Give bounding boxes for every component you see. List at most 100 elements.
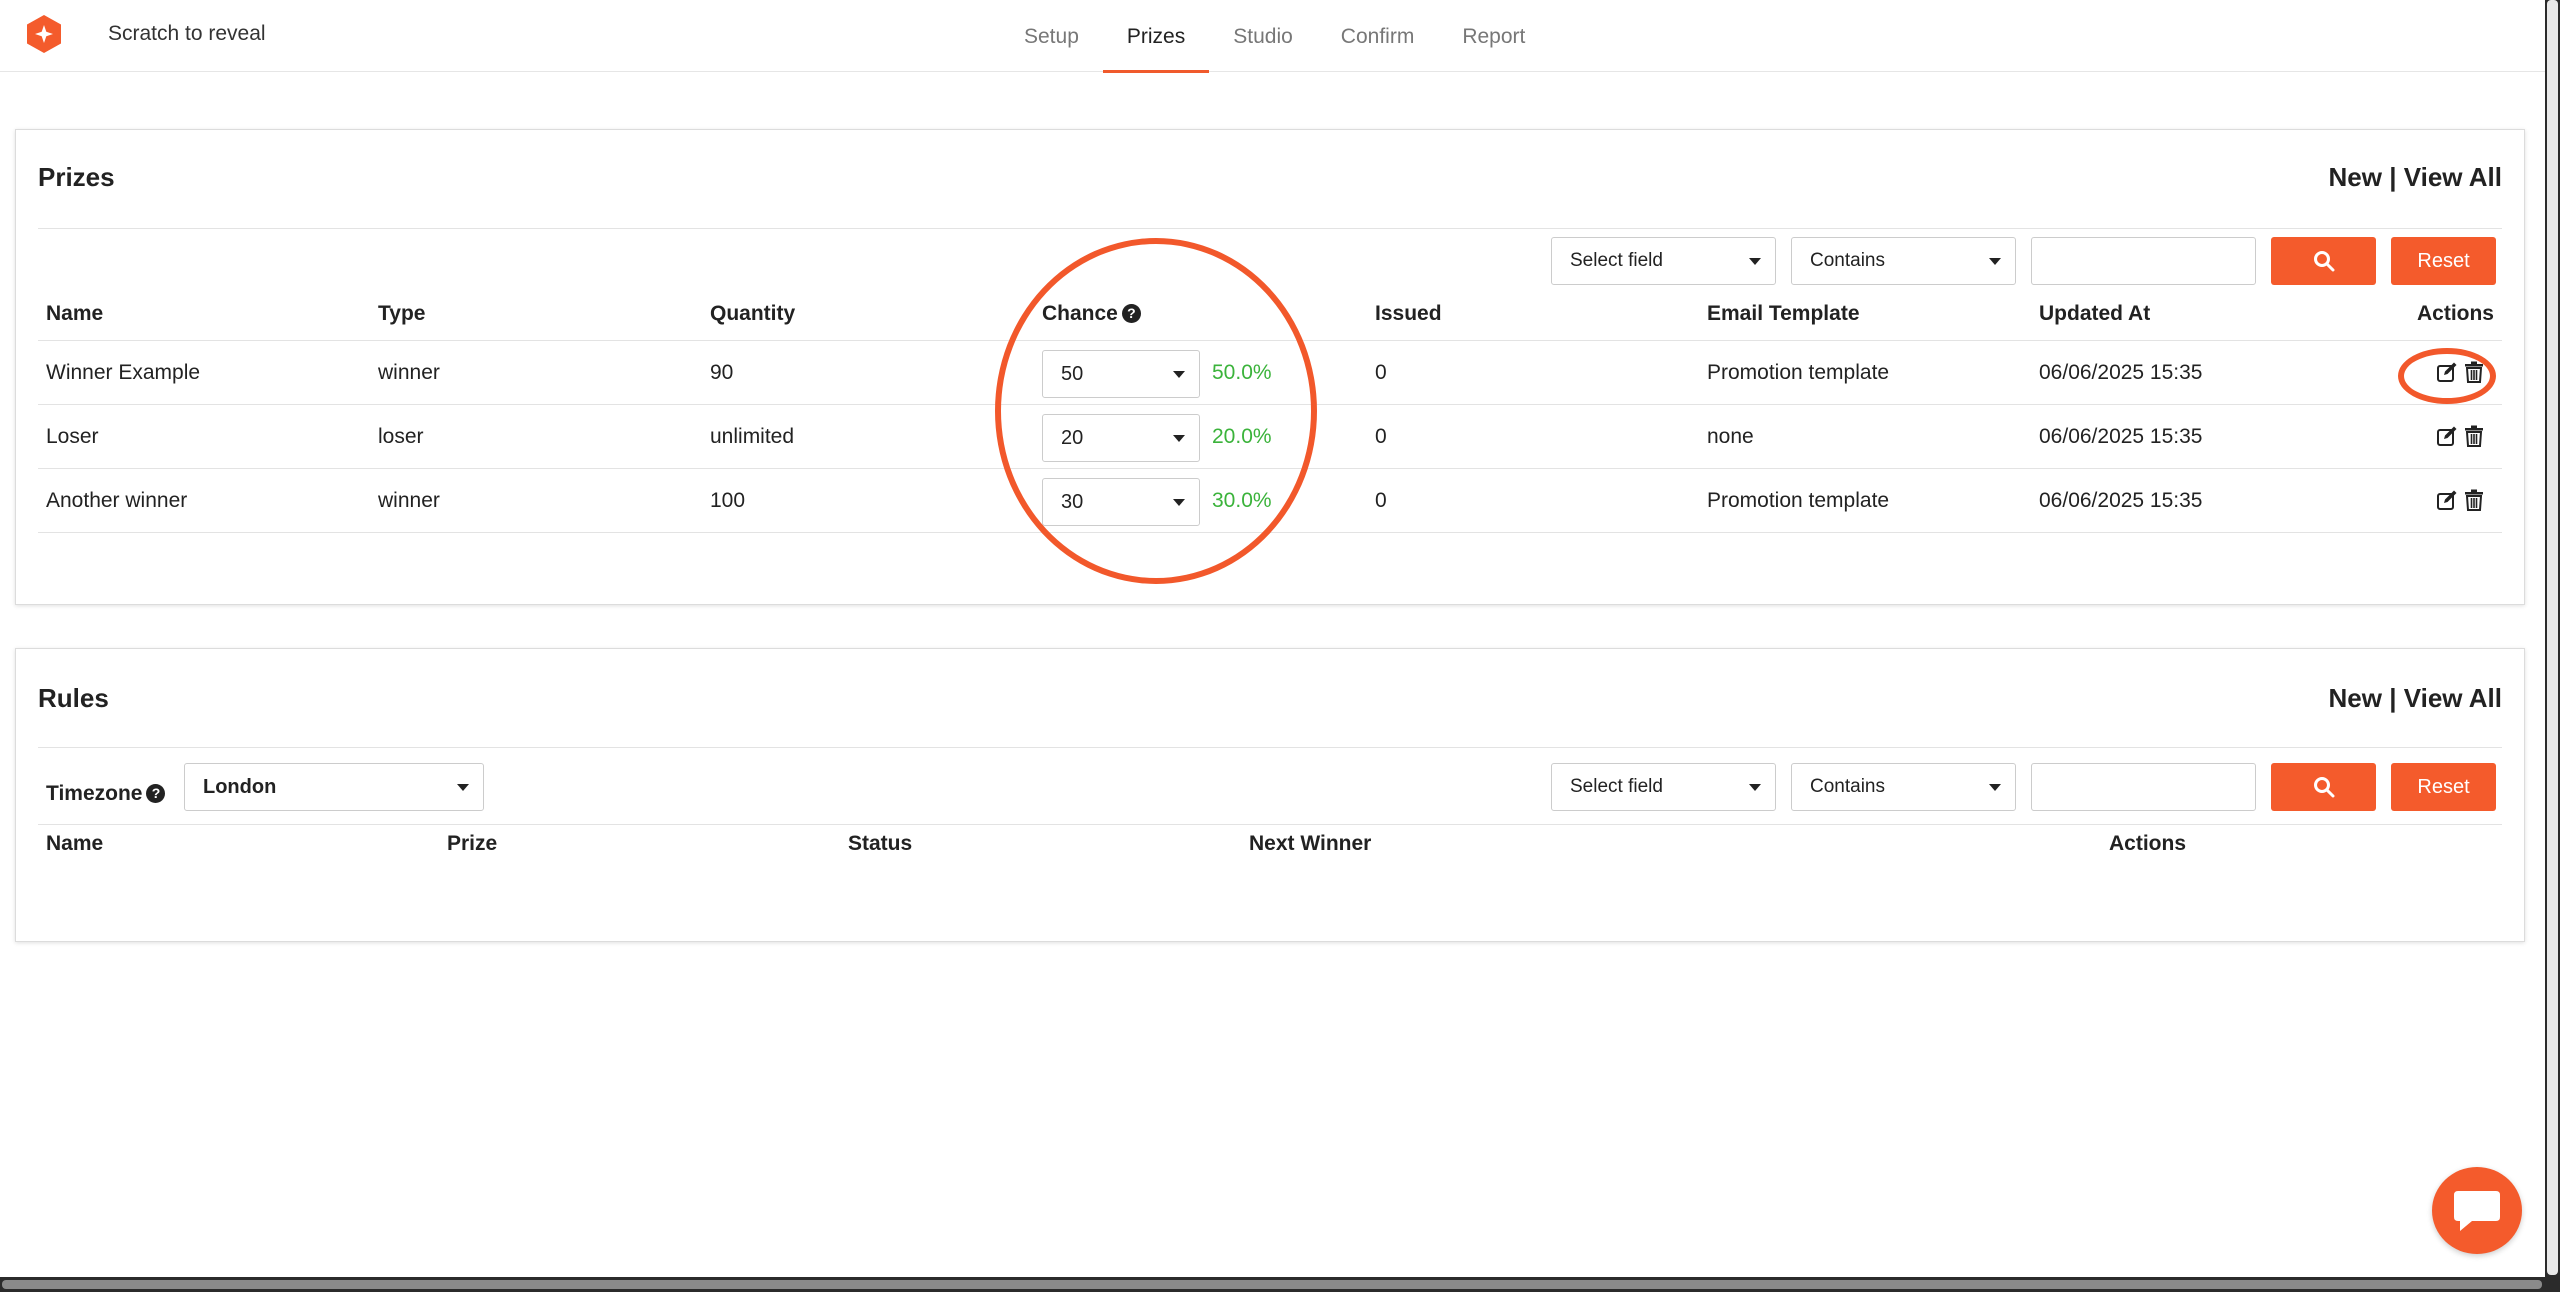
timezone-select-value: London bbox=[203, 776, 277, 798]
cell-type: winner bbox=[378, 361, 440, 384]
col-header-name[interactable]: Name bbox=[46, 302, 103, 326]
col-header-status[interactable]: Status bbox=[848, 832, 912, 856]
app-logo[interactable] bbox=[24, 14, 64, 54]
rules-links: New | View All bbox=[2329, 683, 2502, 714]
cell-email-template: Promotion template bbox=[1707, 489, 1890, 512]
timezone-label-text: Timezone bbox=[46, 782, 143, 805]
edit-icon[interactable] bbox=[2436, 425, 2458, 447]
prizes-title: Prizes bbox=[38, 162, 115, 192]
edit-icon[interactable] bbox=[2436, 361, 2458, 383]
prizes-new-link[interactable]: New bbox=[2329, 162, 2382, 192]
chance-select-value: 30 bbox=[1061, 491, 1084, 513]
tab-setup[interactable]: Setup bbox=[1000, 0, 1103, 72]
trash-icon[interactable] bbox=[2463, 361, 2485, 383]
cell-quantity: 100 bbox=[710, 489, 746, 512]
cell-issued: 0 bbox=[1375, 489, 1387, 512]
chance-percent: 20.0% bbox=[1212, 425, 1272, 448]
cell-name: Another winner bbox=[46, 489, 188, 512]
cell-updated-at: 06/06/2025 15:35 bbox=[2039, 425, 2203, 448]
col-header-issued[interactable]: Issued bbox=[1375, 302, 1442, 326]
rules-operator-select-value: Contains bbox=[1810, 776, 1885, 797]
timezone-select[interactable]: London bbox=[184, 763, 484, 811]
chance-select-value: 50 bbox=[1061, 363, 1084, 385]
vertical-scrollbar-thumb[interactable] bbox=[2547, 0, 2558, 1275]
prizes-search-button[interactable] bbox=[2271, 237, 2376, 285]
col-header-actions: Actions bbox=[2416, 302, 2494, 325]
chance-select[interactable]: 30 bbox=[1042, 478, 1200, 526]
cell-email-template: Promotion template bbox=[1707, 361, 1890, 384]
rules-field-select-value: Select field bbox=[1570, 776, 1663, 797]
tab-report[interactable]: Report bbox=[1438, 0, 1549, 72]
prizes-reset-button[interactable]: Reset bbox=[2391, 237, 2496, 285]
chat-button[interactable] bbox=[2432, 1167, 2522, 1254]
prizes-view-all-link[interactable]: View All bbox=[2404, 162, 2502, 192]
cell-quantity: 90 bbox=[710, 361, 734, 384]
prizes-links: New | View All bbox=[2329, 162, 2502, 193]
cell-updated-at: 06/06/2025 15:35 bbox=[2039, 361, 2203, 384]
cell-name: Loser bbox=[46, 425, 99, 448]
help-icon[interactable]: ? bbox=[1121, 304, 1141, 323]
rules-new-link[interactable]: New bbox=[2329, 683, 2382, 713]
chevron-down-icon bbox=[1749, 784, 1761, 791]
rules-view-all-link[interactable]: View All bbox=[2404, 683, 2502, 713]
chevron-down-icon bbox=[1989, 784, 2001, 791]
rules-reset-button[interactable]: Reset bbox=[2391, 763, 2496, 811]
nav-tabs: Setup Prizes Studio Confirm Report bbox=[1000, 0, 1549, 73]
col-header-chance[interactable]: Chance? bbox=[1042, 302, 1141, 326]
table-row: Loser loser unlimited 20 20.0% 0 none 06… bbox=[38, 405, 2502, 469]
trash-icon[interactable] bbox=[2463, 489, 2485, 511]
tab-studio[interactable]: Studio bbox=[1209, 0, 1317, 72]
cell-type: loser bbox=[378, 425, 424, 448]
chance-percent: 50.0% bbox=[1212, 361, 1272, 384]
divider bbox=[38, 824, 2502, 825]
rules-operator-select[interactable]: Contains bbox=[1791, 763, 2016, 811]
rules-link-separator: | bbox=[2389, 683, 2397, 713]
rules-search-input[interactable] bbox=[2031, 763, 2256, 811]
col-header-type[interactable]: Type bbox=[378, 302, 425, 326]
chance-select[interactable]: 50 bbox=[1042, 350, 1200, 398]
horizontal-scrollbar-thumb[interactable] bbox=[2, 1280, 2542, 1289]
top-bar: Scratch to reveal Setup Prizes Studio Co… bbox=[0, 0, 2545, 73]
prizes-card: Prizes New | View All Select field Conta… bbox=[15, 129, 2525, 605]
col-header-quantity[interactable]: Quantity bbox=[710, 302, 795, 326]
chevron-down-icon bbox=[1173, 435, 1185, 442]
chevron-down-icon bbox=[1989, 258, 2001, 265]
prizes-operator-select[interactable]: Contains bbox=[1791, 237, 2016, 285]
help-icon[interactable]: ? bbox=[146, 784, 166, 803]
prizes-link-separator: | bbox=[2389, 162, 2397, 192]
app-title: Scratch to reveal bbox=[108, 22, 266, 45]
table-row: Another winner winner 100 30 30.0% 0 Pro… bbox=[38, 469, 2502, 533]
chat-bubble-icon bbox=[2454, 1191, 2500, 1231]
divider bbox=[38, 747, 2502, 748]
cell-email-template: none bbox=[1707, 425, 1754, 448]
cell-type: winner bbox=[378, 489, 440, 512]
prizes-field-select[interactable]: Select field bbox=[1551, 237, 1776, 285]
cell-updated-at: 06/06/2025 15:35 bbox=[2039, 489, 2203, 512]
chance-select[interactable]: 20 bbox=[1042, 414, 1200, 462]
timezone-label: Timezone? bbox=[46, 782, 166, 806]
search-icon bbox=[2313, 777, 2334, 798]
cell-quantity: unlimited bbox=[710, 425, 795, 448]
edit-icon[interactable] bbox=[2436, 489, 2458, 511]
chevron-down-icon bbox=[1173, 499, 1185, 506]
prizes-operator-select-value: Contains bbox=[1810, 250, 1885, 271]
col-header-actions: Actions bbox=[2109, 832, 2187, 855]
col-header-name[interactable]: Name bbox=[46, 832, 103, 856]
col-header-chance-label: Chance bbox=[1042, 302, 1118, 325]
rules-field-select[interactable]: Select field bbox=[1551, 763, 1776, 811]
tab-confirm[interactable]: Confirm bbox=[1317, 0, 1439, 72]
prizes-search-input[interactable] bbox=[2031, 237, 2256, 285]
col-header-email-template[interactable]: Email Template bbox=[1707, 302, 1860, 326]
rules-card: Rules New | View All Timezone? London Se… bbox=[15, 648, 2525, 942]
col-header-updated-at[interactable]: Updated At bbox=[2039, 302, 2150, 326]
trash-icon[interactable] bbox=[2463, 425, 2485, 447]
chevron-down-icon bbox=[1173, 371, 1185, 378]
table-row: Winner Example winner 90 50 50.0% 0 Prom… bbox=[38, 341, 2502, 405]
tab-prizes[interactable]: Prizes bbox=[1102, 0, 1210, 73]
rules-search-button[interactable] bbox=[2271, 763, 2376, 811]
divider bbox=[38, 228, 2502, 229]
col-header-next-winner[interactable]: Next Winner bbox=[1249, 832, 1371, 856]
chevron-down-icon bbox=[1749, 258, 1761, 265]
col-header-prize[interactable]: Prize bbox=[447, 832, 497, 856]
cell-issued: 0 bbox=[1375, 361, 1387, 384]
